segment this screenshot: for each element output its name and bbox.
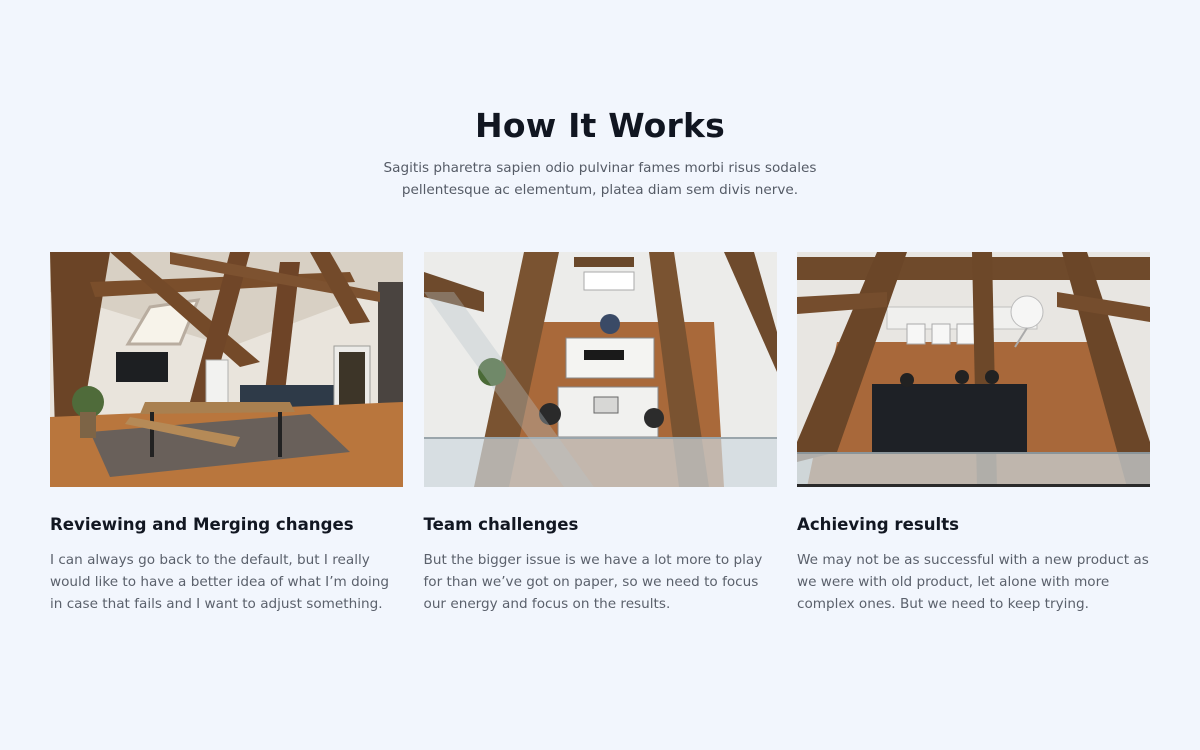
card-text: But the bigger issue is we have a lot mo… xyxy=(423,552,763,612)
section-title: How It Works xyxy=(475,106,725,145)
card-results: Achieving results We may not be as succe… xyxy=(797,252,1150,615)
card-reviewing: Reviewing and Merging changes I can alwa… xyxy=(50,252,403,615)
card-text: We may not be as successful with a new p… xyxy=(797,552,1149,612)
cards-row: Reviewing and Merging changes I can alwa… xyxy=(50,252,1150,615)
how-it-works-section: How It Works Sagitis pharetra sapien odi… xyxy=(0,0,1200,750)
team-working-overhead-photo xyxy=(423,252,777,487)
card-title: Team challenges xyxy=(423,515,579,534)
card-title: Achieving results xyxy=(797,515,960,534)
card-text: I can always go back to the default, but… xyxy=(50,552,390,612)
office-loft-kitchen-photo xyxy=(50,252,403,487)
meeting-room-overhead-photo xyxy=(797,252,1150,487)
card-team: Team challenges But the bigger issue is … xyxy=(423,252,777,615)
section-subtitle: Sagitis pharetra sapien odio pulvinar fa… xyxy=(383,160,817,198)
card-title: Reviewing and Merging changes xyxy=(50,515,354,534)
